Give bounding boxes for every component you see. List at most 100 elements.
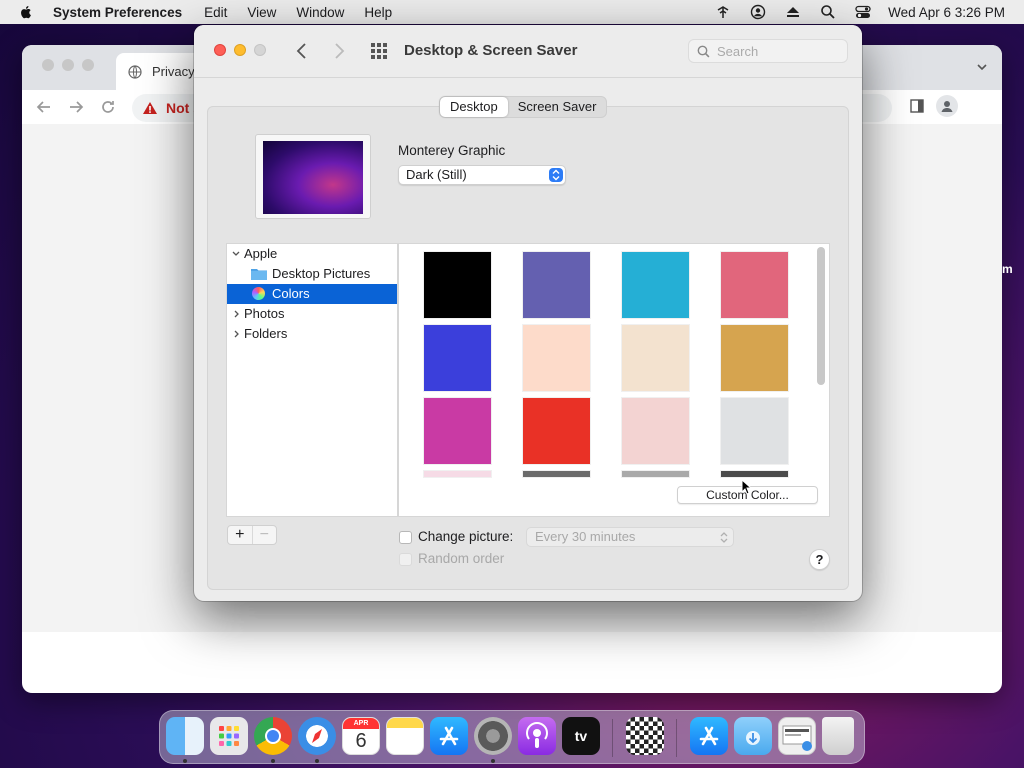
search-field[interactable]: Search [688,39,848,63]
random-order-label: Random order [418,551,505,566]
chevron-right-icon[interactable] [233,310,241,318]
color-swatch[interactable] [721,398,788,464]
random-order-checkbox[interactable] [399,553,412,566]
spotlight-search-icon[interactable] [820,4,836,20]
downloads-folder-icon[interactable] [734,717,772,755]
search-icon [697,45,710,57]
window-minimize-button[interactable] [234,44,246,56]
back-chevron-icon[interactable] [295,42,309,60]
appearance-popup[interactable]: Dark (Still) [398,165,566,185]
search-placeholder: Search [717,43,759,59]
color-swatch[interactable] [424,252,491,318]
window-close-button[interactable] [214,44,226,56]
help-button[interactable]: ? [809,549,830,570]
color-swatch[interactable] [721,252,788,318]
window-title: Desktop & Screen Saver [404,42,578,59]
window-zoom-button[interactable] [254,44,266,56]
source-item-label: Colors [272,286,310,301]
chevron-down-icon[interactable] [976,61,988,73]
remove-folder-button[interactable]: − [251,526,277,544]
color-swatch[interactable] [622,398,689,464]
clipped-page-text: m [1002,262,1013,276]
control-center-icon[interactable] [855,4,871,20]
change-interval-popup[interactable]: Every 30 minutes [526,527,734,547]
trash-icon[interactable] [822,717,854,755]
back-arrow-icon[interactable] [36,99,52,115]
source-item-colors[interactable]: Colors [227,284,397,304]
change-picture-label: Change picture: [418,529,514,544]
source-item-apple[interactable]: Apple [227,244,397,264]
wallpaper-preview [255,134,371,219]
forward-arrow-icon[interactable] [68,99,84,115]
add-folder-button[interactable]: + [228,526,252,544]
eject-icon[interactable] [785,4,801,20]
chrome-icon[interactable] [254,717,292,755]
chevron-right-icon[interactable] [233,330,241,338]
notes-icon[interactable] [386,717,424,755]
chess-icon[interactable] [626,717,664,755]
network-icon[interactable] [715,4,731,20]
dock-separator [612,719,613,757]
calendar-month: APR [343,718,379,729]
screenshot-stack-icon[interactable] [778,717,816,755]
color-swatch[interactable] [523,471,590,477]
color-swatch[interactable] [622,252,689,318]
show-all-grid-icon[interactable] [370,43,388,59]
color-swatch[interactable] [622,471,689,477]
color-swatch[interactable] [523,252,590,318]
app-store-icon[interactable] [430,717,468,755]
menu-help[interactable]: Help [364,5,392,20]
up-down-arrows-icon [720,532,728,543]
chevron-down-icon[interactable] [232,250,240,258]
source-item-label: Desktop Pictures [272,266,371,281]
browser-tab-title: Privacy [152,64,195,79]
color-swatch[interactable] [622,325,689,391]
tab-screen-saver[interactable]: Screen Saver [508,97,607,117]
change-picture-checkbox[interactable] [399,531,412,544]
menu-app-name[interactable]: System Preferences [53,5,182,20]
browser-zoom-button[interactable] [82,59,94,71]
running-indicator [271,759,275,763]
apple-tv-icon[interactable]: tv [562,717,600,755]
color-swatch[interactable] [721,471,788,477]
source-item-desktop-pictures[interactable]: Desktop Pictures [227,264,397,284]
appearance-popup-value: Dark (Still) [406,167,467,182]
color-swatch[interactable] [721,325,788,391]
safari-icon[interactable] [298,717,336,755]
podcasts-icon[interactable] [518,717,556,755]
menu-view[interactable]: View [247,5,276,20]
color-swatch-grid: Custom Color... [398,243,830,517]
browser-minimize-button[interactable] [62,59,74,71]
color-swatch[interactable] [424,325,491,391]
source-item-folders[interactable]: Folders [227,324,397,344]
menu-window[interactable]: Window [296,5,344,20]
app-store-download-icon[interactable] [690,717,728,755]
vertical-scrollbar[interactable] [817,247,825,385]
menu-clock[interactable]: Wed Apr 6 3:26 PM [888,5,1005,20]
forward-chevron-icon[interactable] [332,42,346,60]
window-titlebar: Desktop & Screen Saver Search [194,25,862,78]
color-swatch[interactable] [523,398,590,464]
menu-bar: System Preferences Edit View Window Help… [0,0,1024,24]
wallpaper-name: Monterey Graphic [398,143,506,158]
folder-icon [251,269,267,280]
color-swatch[interactable] [523,325,590,391]
profile-avatar[interactable] [936,95,958,117]
person-icon [941,101,953,112]
side-panel-icon[interactable] [910,99,924,113]
launchpad-icon[interactable] [210,717,248,755]
reload-icon[interactable] [100,99,116,115]
source-item-photos[interactable]: Photos [227,304,397,324]
browser-close-button[interactable] [42,59,54,71]
warning-icon [143,102,157,114]
calendar-icon[interactable]: APR 6 [342,717,380,755]
system-preferences-icon[interactable] [474,717,512,755]
color-swatch[interactable] [424,398,491,464]
menu-edit[interactable]: Edit [204,5,227,20]
finder-icon[interactable] [166,717,204,755]
source-item-label: Apple [244,246,278,261]
tab-desktop[interactable]: Desktop [440,97,508,117]
color-swatch[interactable] [424,471,491,477]
apple-menu-icon[interactable] [17,3,35,21]
user-account-icon[interactable] [750,4,766,20]
